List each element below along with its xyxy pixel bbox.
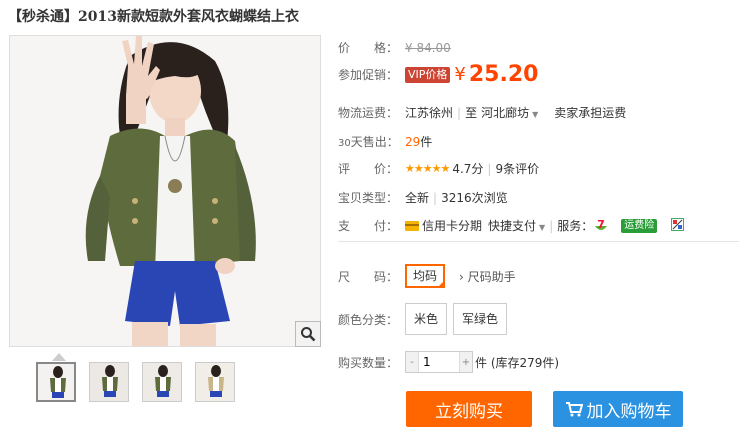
svg-text:7: 7	[597, 218, 605, 231]
rating-row: 评 价： ★★★★★ 4.7分 | 9条评价	[338, 160, 539, 177]
payment-separator: |	[549, 218, 554, 233]
quick-pay: 快捷支付	[488, 219, 537, 233]
quantity-minus-button[interactable]: -	[406, 352, 418, 372]
credit-installment: 信用卡分期	[422, 219, 483, 233]
sales-label-text: 天售出：	[350, 135, 399, 149]
sales-row: 30天售出： 29 件	[338, 133, 432, 150]
model-illustration	[10, 36, 320, 346]
quick-pay-select[interactable]: 快捷支付 ▼	[488, 217, 545, 234]
section-divider	[338, 241, 739, 242]
size-helper-label: 尺码助手	[467, 269, 516, 284]
credit-card-icon	[405, 220, 419, 231]
condition-separator: |	[433, 190, 438, 205]
size-label: 尺 码：	[338, 269, 399, 284]
shipping-to-label: 至	[465, 106, 478, 120]
rating-label: 评 价：	[338, 162, 399, 176]
thumbnail-2[interactable]	[89, 362, 129, 402]
sales-unit: 件	[420, 135, 433, 149]
zoom-button[interactable]	[295, 321, 321, 347]
color-option-army-green[interactable]: 军绿色	[453, 303, 508, 335]
rating-stars: ★★★★★	[405, 162, 450, 175]
add-to-cart-button[interactable]: 加入购物车	[553, 391, 683, 427]
chevron-down-icon: ▼	[532, 110, 539, 119]
thumbnail-pointer	[52, 353, 66, 361]
buy-now-button[interactable]: 立刻购买	[406, 391, 532, 427]
condition-label: 宝贝类型：	[338, 191, 399, 205]
sales-count: 29	[405, 134, 421, 149]
payment-row: 支 付： 信用卡分期 快捷支付 ▼ | 服务： 7 运费险	[338, 217, 685, 234]
rating-separator: |	[487, 161, 492, 176]
rating-score: 4.7分	[452, 162, 484, 176]
promo-row: 参加促销： VIP价格 ¥ 25.20	[338, 62, 538, 87]
thumbnail-image	[90, 363, 128, 401]
shipping-separator: |	[457, 105, 462, 120]
payment-label: 支 付：	[338, 219, 399, 233]
sales-label-days: 30	[338, 138, 351, 149]
shipping-destination-select[interactable]: 河北廊坊 ▼	[481, 104, 538, 121]
shipping-from: 江苏徐州	[405, 106, 454, 120]
thumbnail-1[interactable]	[36, 362, 76, 402]
seven-day-return-icon: 7	[593, 218, 609, 234]
thumbnail-image	[143, 363, 181, 401]
thumbnail-image	[38, 364, 74, 400]
currency-symbol: ¥	[454, 64, 466, 85]
quantity-row: 购买数量： - + 件 (库存279件)	[338, 351, 559, 373]
color-option-beige[interactable]: 米色	[405, 303, 448, 335]
shipping-insurance-badge: 运费险	[621, 218, 658, 233]
shipping-row: 物流运费： 江苏徐州 | 至 河北廊坊 ▼ 卖家承担运费	[338, 104, 626, 121]
quantity-input[interactable]	[418, 352, 460, 372]
promo-price: 25.20	[468, 62, 539, 87]
condition-row: 宝贝类型： 全新 | 3216次浏览	[338, 189, 508, 206]
thumbnail-3[interactable]	[142, 362, 182, 402]
vip-price-badge: VIP价格	[405, 66, 451, 83]
product-title: 【秒杀通】2013新款短款外套风衣蝴蝶结上衣	[8, 9, 299, 25]
add-to-cart-label: 加入购物车	[586, 401, 672, 422]
original-price: ¥ 84.00	[405, 40, 451, 55]
cart-icon	[565, 402, 583, 417]
view-count: 3216次浏览	[441, 191, 508, 205]
review-count-link[interactable]: 9条评价	[495, 160, 539, 177]
color-label: 颜色分类：	[338, 312, 399, 327]
promo-label: 参加促销：	[338, 68, 399, 82]
shipping-fee: 卖家承担运费	[554, 106, 627, 120]
quantity-label: 购买数量：	[338, 355, 399, 370]
service-label: 服务：	[557, 219, 594, 233]
main-product-image[interactable]	[9, 35, 321, 347]
color-row: 颜色分类： 米色 军绿色	[338, 303, 513, 335]
thumbnail-image	[196, 363, 234, 401]
condition-value: 全新	[405, 191, 430, 205]
thumbnail-4[interactable]	[195, 362, 235, 402]
chevron-down-icon: ▼	[539, 223, 546, 232]
qr-code-icon[interactable]	[671, 217, 685, 234]
size-option-selected[interactable]: 均码	[405, 264, 446, 288]
size-helper-link[interactable]: › 尺码助手	[459, 268, 516, 285]
price-label: 价 格：	[338, 41, 399, 55]
stock-info: 件 (库存279件)	[475, 355, 560, 370]
sales-label: 30天售出：	[338, 133, 405, 150]
price-row: 价 格： ¥ 84.00	[338, 39, 451, 56]
thumbnail-list	[36, 362, 235, 402]
size-row: 尺 码： 均码 › 尺码助手	[338, 264, 516, 288]
shipping-destination: 河北廊坊	[481, 106, 530, 120]
quantity-stepper: - +	[405, 351, 473, 373]
magnifier-icon	[301, 327, 316, 342]
shipping-label: 物流运费：	[338, 106, 399, 120]
quantity-plus-button[interactable]: +	[460, 352, 472, 372]
